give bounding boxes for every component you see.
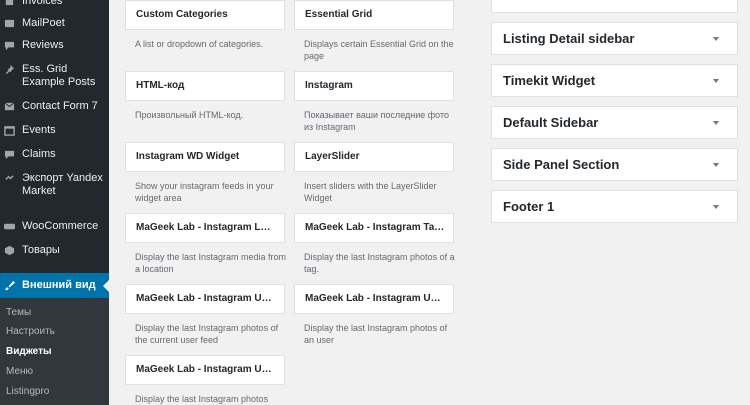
widget-area-default-sidebar[interactable]: Default Sidebar	[491, 106, 738, 139]
widget-title: Instagram	[305, 80, 353, 91]
brush-icon	[4, 280, 15, 291]
comment-icon	[4, 40, 15, 51]
widget-area-side-panel[interactable]: Side Panel Section	[491, 148, 738, 181]
submenu-item-menus[interactable]: Меню	[6, 366, 33, 377]
menu-item-products[interactable]: Товары	[0, 244, 109, 257]
menu-item-label: Reviews	[22, 39, 64, 51]
widget-area-timekit[interactable]: Timekit Widget	[491, 64, 738, 97]
widget-area-title: Footer 1	[503, 199, 555, 214]
widget-area-title: Timekit Widget	[503, 73, 596, 88]
widget-description: Insert sliders with the LayerSlider Widg…	[304, 181, 437, 203]
envelope-icon	[4, 101, 15, 112]
woocommerce-icon	[4, 221, 15, 232]
menu-item-label: Claims	[22, 148, 56, 160]
widget-description: Display the last Instagram photos of an …	[304, 323, 448, 345]
widget-mageek-tag[interactable]: MaGeek Lab - Instagram Tag …	[294, 213, 454, 243]
widget-description: Display the last Instagram media from a …	[135, 252, 287, 274]
widget-title: MaGeek Lab - Instagram Use…	[136, 364, 276, 375]
chevron-down-icon[interactable]	[713, 205, 719, 209]
pin-icon	[4, 64, 15, 75]
appearance-submenu: Темы Настроить Виджеты Меню Listingpro	[0, 298, 109, 405]
menu-item-mailpoet[interactable]: MailPoet	[0, 17, 109, 30]
widget-mageek-user[interactable]: MaGeek Lab - Instagram Use…	[125, 355, 285, 385]
menu-item-label: Invoices	[22, 0, 63, 7]
menu-item-contact-form-7[interactable]: Contact Form 7	[0, 100, 109, 113]
chevron-down-icon[interactable]	[713, 163, 719, 167]
widget-layerslider[interactable]: LayerSlider	[294, 142, 454, 172]
menu-item-woocommerce[interactable]: WooCommerce	[0, 220, 109, 233]
calendar-icon	[4, 125, 15, 136]
admin-sidebar: Invoices MailPoet Reviews Ess. Grid Exam…	[0, 0, 109, 405]
widget-title: MaGeek Lab - Instagram Loc…	[136, 222, 276, 233]
widget-essential-grid[interactable]: Essential Grid	[294, 0, 454, 30]
chevron-down-icon[interactable]	[713, 37, 719, 41]
menu-item-label: Contact Form 7	[22, 100, 98, 112]
menu-item-label: WooCommerce	[22, 220, 99, 232]
menu-item-yandex-export[interactable]: Экспорт Yandex Market	[0, 172, 109, 198]
widget-instagram-wd[interactable]: Instagram WD Widget	[125, 142, 285, 172]
submenu-item-widgets[interactable]: Виджеты	[6, 346, 52, 357]
chevron-down-icon[interactable]	[713, 121, 719, 125]
widget-area-title: Default Sidebar	[503, 115, 599, 130]
widget-custom-categories[interactable]: Custom Categories	[125, 0, 285, 30]
export-icon	[4, 173, 15, 184]
widget-title: MaGeek Lab - Instagram Use…	[136, 293, 276, 304]
widget-description: Display the last Instagram photos of a t…	[304, 252, 455, 274]
widget-title: HTML-код	[136, 80, 185, 91]
menu-item-label: Ess. Grid Example Posts	[22, 63, 96, 88]
mail-icon	[4, 18, 15, 29]
widget-mageek-user-feed[interactable]: MaGeek Lab - Instagram Use…	[125, 284, 285, 314]
widget-description: Показывает ваши последние фото из Instag…	[304, 110, 449, 132]
widget-area-title: Side Panel Section	[503, 157, 620, 172]
chevron-down-icon[interactable]	[713, 79, 719, 83]
box-icon	[4, 245, 15, 256]
menu-item-label: Экспорт Yandex Market	[22, 172, 103, 197]
widget-html-code[interactable]: HTML-код	[125, 71, 285, 101]
widget-instagram[interactable]: Instagram	[294, 71, 454, 101]
submenu-item-listingpro[interactable]: Listingpro	[6, 386, 49, 397]
widget-area-footer-1[interactable]: Footer 1	[491, 190, 738, 223]
widget-description: A list or dropdown of categories.	[135, 39, 264, 49]
menu-item-label: MailPoet	[22, 17, 65, 29]
invoice-icon	[4, 0, 15, 6]
submenu-item-themes[interactable]: Темы	[6, 307, 31, 318]
widget-title: MaGeek Lab - Instagram Use…	[305, 293, 445, 304]
widget-title: LayerSlider	[305, 151, 360, 162]
menu-item-reviews[interactable]: Reviews	[0, 39, 109, 52]
widget-mageek-user-photos[interactable]: MaGeek Lab - Instagram Use…	[294, 284, 454, 314]
widget-title: Instagram WD Widget	[136, 151, 240, 162]
widget-area-title: Listing Detail sidebar	[503, 31, 635, 46]
menu-item-claims[interactable]: Claims	[0, 148, 109, 161]
widget-description: Произвольный HTML-код.	[135, 110, 244, 120]
widget-description: Show your instagram feeds in your widget…	[135, 181, 274, 203]
widget-description: Display the last Instagram photos of the…	[135, 323, 279, 345]
menu-item-invoices[interactable]: Invoices	[0, 0, 109, 8]
submenu-item-customize[interactable]: Настроить	[6, 326, 55, 337]
menu-item-events[interactable]: Events	[0, 124, 109, 137]
menu-item-ess-grid[interactable]: Ess. Grid Example Posts	[0, 63, 109, 89]
menu-item-label: Товары	[22, 244, 60, 256]
widget-title: Custom Categories	[136, 9, 228, 20]
menu-item-appearance[interactable]: Внешний вид	[0, 279, 109, 292]
widget-title: MaGeek Lab - Instagram Tag …	[305, 222, 445, 233]
widget-mageek-location[interactable]: MaGeek Lab - Instagram Loc…	[125, 213, 285, 243]
widget-area-listing-detail-sidebar[interactable]: Listing Detail sidebar	[491, 22, 738, 55]
menu-item-label: Events	[22, 124, 56, 136]
menu-item-label: Внешний вид	[22, 279, 96, 291]
widget-title: Essential Grid	[305, 9, 373, 20]
comment-icon	[4, 149, 15, 160]
widget-description: Display the last Instagram photos	[135, 394, 269, 404]
widget-description: Displays certain Essential Grid on the p…	[304, 39, 454, 61]
widget-area-collapsed-top[interactable]	[491, 0, 738, 13]
